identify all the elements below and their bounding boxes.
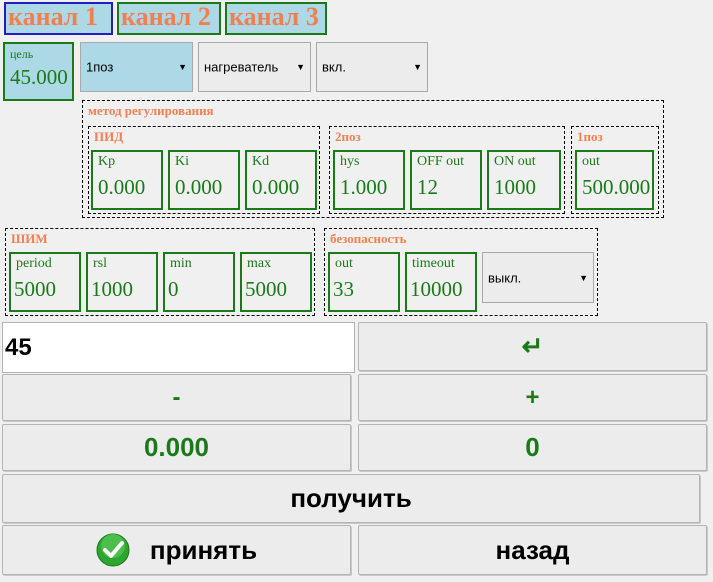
mode-select-value: 1поз — [86, 59, 114, 75]
mode-select[interactable]: 1поз ▼ — [80, 42, 193, 92]
ki-label: Ki — [175, 154, 189, 169]
safety-out-value: 33 — [333, 277, 354, 301]
accept-label: принять — [149, 534, 258, 565]
chevron-down-icon: ▼ — [579, 272, 588, 283]
max-field[interactable]: max 5000 — [240, 252, 312, 312]
timeout-label: timeout — [412, 256, 455, 271]
target-field[interactable]: цель 45.000 — [3, 42, 74, 101]
device-select-value: нагреватель — [204, 59, 279, 75]
safety-out-field[interactable]: out 33 — [328, 252, 400, 312]
enter-button[interactable]: ↵ — [358, 322, 707, 371]
tab-channel-2[interactable]: канал 2 — [117, 2, 221, 35]
kd-value: 0.000 — [252, 175, 300, 199]
chevron-down-icon: ▼ — [178, 62, 187, 72]
rsl-field[interactable]: rsl 1000 — [86, 252, 158, 312]
one-pos-out-field[interactable]: out 500.000 — [575, 150, 654, 210]
pwm-group-title: ШИМ — [11, 231, 48, 246]
plus-button[interactable]: + — [358, 374, 707, 421]
accept-button[interactable]: принять — [2, 525, 351, 575]
chevron-down-icon: ▼ — [296, 62, 305, 72]
target-value: 45.000 — [10, 65, 68, 89]
period-label: period — [16, 256, 52, 271]
tab-channel-3[interactable]: канал 3 — [225, 2, 327, 35]
left-value-label: 0.000 — [143, 432, 210, 462]
value-input[interactable]: 45 — [2, 322, 355, 373]
tab-channel-1[interactable]: канал 1 — [4, 2, 113, 35]
hys-label: hys — [340, 154, 360, 169]
safety-group-title: безопасность — [330, 231, 407, 246]
period-value: 5000 — [14, 277, 56, 301]
target-label: цель — [10, 47, 34, 61]
method-group-title: метод регулирования — [88, 103, 214, 118]
device-select[interactable]: нагреватель ▼ — [198, 42, 311, 92]
state-select-value: вкл. — [322, 59, 346, 75]
chevron-down-icon: ▼ — [413, 62, 422, 72]
period-field[interactable]: period 5000 — [9, 252, 81, 312]
check-icon — [96, 533, 130, 567]
one-pos-group-title: 1поз — [577, 129, 603, 144]
value-input-text: 45 — [5, 333, 32, 361]
right-value-button[interactable]: 0 — [358, 424, 707, 471]
on-out-field[interactable]: ON out 1000 — [487, 150, 561, 210]
rsl-label: rsl — [93, 256, 107, 271]
get-label: получить — [290, 483, 412, 513]
kp-value: 0.000 — [98, 175, 146, 199]
get-button[interactable]: получить — [2, 474, 700, 523]
kd-label: Kd — [252, 154, 270, 169]
timeout-field[interactable]: timeout 10000 — [405, 252, 477, 312]
safety-state-select[interactable]: выкл. ▼ — [482, 252, 594, 303]
back-button[interactable]: назад — [358, 525, 707, 575]
left-value-button[interactable]: 0.000 — [2, 424, 351, 471]
on-out-label: ON out — [494, 154, 536, 169]
kp-label: Kp — [98, 154, 116, 169]
min-field[interactable]: min 0 — [163, 252, 235, 312]
right-value-label: 0 — [525, 432, 540, 462]
minus-label: - — [172, 383, 181, 411]
two-pos-group-title: 2поз — [335, 129, 361, 144]
safety-out-label: out — [335, 256, 353, 271]
minus-button[interactable]: - — [2, 374, 351, 421]
one-pos-out-value: 500.000 — [582, 175, 651, 199]
min-label: min — [170, 256, 192, 271]
safety-state-value: выкл. — [488, 270, 522, 285]
min-value: 0 — [168, 277, 179, 301]
kd-field[interactable]: Kd 0.000 — [245, 150, 317, 210]
off-out-value: 12 — [417, 175, 438, 199]
kp-field[interactable]: Kp 0.000 — [91, 150, 163, 210]
pid-group-title: ПИД — [94, 129, 124, 144]
ki-value: 0.000 — [175, 175, 223, 199]
one-pos-out-label: out — [582, 154, 600, 169]
max-value: 5000 — [245, 277, 287, 301]
back-label: назад — [495, 534, 570, 565]
timeout-value: 10000 — [410, 277, 463, 301]
max-label: max — [247, 256, 272, 271]
hys-value: 1.000 — [340, 175, 388, 199]
on-out-value: 1000 — [494, 175, 536, 199]
hys-field[interactable]: hys 1.000 — [333, 150, 405, 210]
enter-icon: ↵ — [521, 331, 544, 361]
off-out-field[interactable]: OFF out 12 — [410, 150, 482, 210]
state-select[interactable]: вкл. ▼ — [316, 42, 428, 92]
off-out-label: OFF out — [417, 154, 465, 169]
plus-label: + — [525, 383, 540, 411]
rsl-value: 1000 — [91, 277, 133, 301]
ki-field[interactable]: Ki 0.000 — [168, 150, 240, 210]
